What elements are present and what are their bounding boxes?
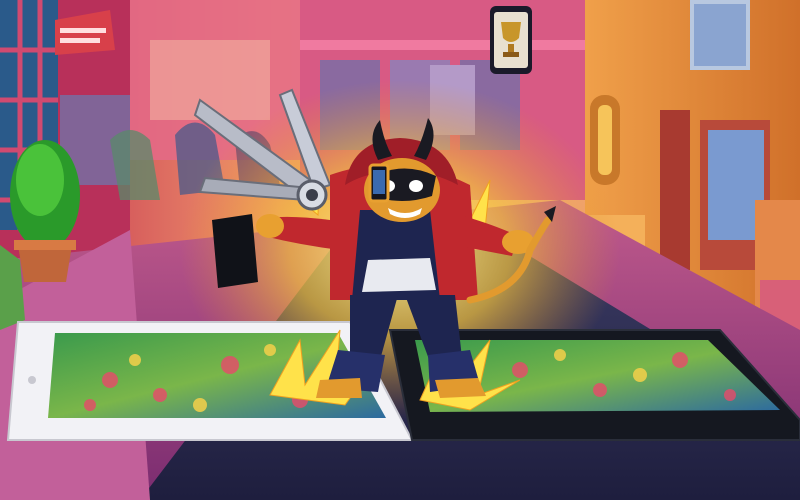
smartphone-icon (368, 163, 390, 203)
trophy-sign (490, 6, 532, 74)
scene-canvas (0, 0, 800, 500)
black-card (212, 214, 258, 288)
game-promo-scene (0, 0, 800, 500)
white-shirt (362, 258, 436, 292)
